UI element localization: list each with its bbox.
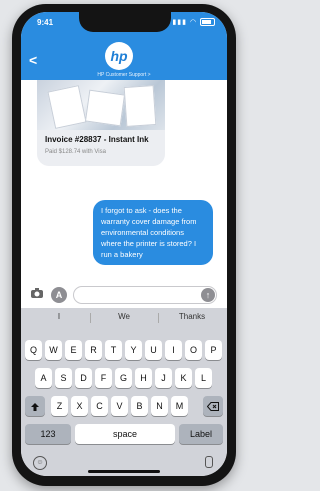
phone-screen: 9:41 ▮▮▮ ◠ < hp HP Customer Support > In… bbox=[21, 12, 227, 476]
arrow-up-icon[interactable]: ↑ bbox=[201, 288, 215, 302]
contact-name[interactable]: HP Customer Support > bbox=[21, 72, 227, 78]
hp-logo[interactable]: hp bbox=[105, 42, 133, 70]
invoice-title: Invoice #28837 - Instant Ink bbox=[45, 135, 149, 144]
invoice-card[interactable]: Invoice #28837 - Instant Ink Paid $128.7… bbox=[37, 80, 165, 166]
key-s[interactable]: S bbox=[55, 368, 72, 388]
suggestion-bar: I We Thanks bbox=[21, 308, 227, 328]
return-key[interactable]: Label bbox=[179, 424, 223, 444]
key-k[interactable]: K bbox=[175, 368, 192, 388]
key-u[interactable]: U bbox=[145, 340, 162, 360]
back-icon[interactable]: < bbox=[29, 52, 37, 68]
sent-message-bubble[interactable]: I forgot to ask - does the warranty cove… bbox=[93, 200, 213, 265]
emoji-icon[interactable]: ☺ bbox=[33, 456, 47, 470]
key-n[interactable]: N bbox=[151, 396, 168, 416]
app-store-icon[interactable]: A bbox=[51, 287, 67, 303]
home-indicator bbox=[88, 470, 160, 473]
invoice-subtitle: Paid $128.74 with Visa bbox=[45, 149, 106, 155]
invoice-image bbox=[37, 80, 165, 130]
key-b[interactable]: B bbox=[131, 396, 148, 416]
numbers-key[interactable]: 123 bbox=[25, 424, 71, 444]
key-j[interactable]: J bbox=[155, 368, 172, 388]
key-x[interactable]: X bbox=[71, 396, 88, 416]
key-y[interactable]: Y bbox=[125, 340, 142, 360]
key-o[interactable]: O bbox=[185, 340, 202, 360]
key-q[interactable]: Q bbox=[25, 340, 42, 360]
signal-icon: ▮▮▮ bbox=[172, 19, 187, 26]
key-w[interactable]: W bbox=[45, 340, 62, 360]
key-e[interactable]: E bbox=[65, 340, 82, 360]
key-f[interactable]: F bbox=[95, 368, 112, 388]
conversation: Invoice #28837 - Instant Ink Paid $128.7… bbox=[21, 80, 227, 280]
space-key[interactable]: space bbox=[75, 424, 175, 444]
microphone-icon[interactable] bbox=[205, 456, 213, 468]
key-h[interactable]: H bbox=[135, 368, 152, 388]
key-l[interactable]: L bbox=[195, 368, 212, 388]
keyboard: I We Thanks QWERTYUIOP ASDFGHJKL ZXCVBNM… bbox=[21, 308, 227, 476]
backspace-key[interactable] bbox=[203, 396, 223, 416]
key-z[interactable]: Z bbox=[51, 396, 68, 416]
suggestion-item[interactable]: Thanks bbox=[162, 312, 222, 321]
key-p[interactable]: P bbox=[205, 340, 222, 360]
suggestion-item[interactable]: I bbox=[29, 312, 89, 321]
notch bbox=[79, 12, 171, 32]
key-g[interactable]: G bbox=[115, 368, 132, 388]
status-time: 9:41 bbox=[37, 18, 54, 27]
divider bbox=[158, 313, 159, 323]
divider bbox=[90, 313, 91, 323]
composer: A ↑ bbox=[21, 284, 227, 306]
shift-key[interactable] bbox=[25, 396, 45, 416]
status-icons: ▮▮▮ ◠ bbox=[172, 18, 215, 27]
key-t[interactable]: T bbox=[105, 340, 122, 360]
wifi-icon: ◠ bbox=[189, 19, 198, 26]
suggestion-item[interactable]: We bbox=[94, 312, 154, 321]
key-v[interactable]: V bbox=[111, 396, 128, 416]
battery-icon bbox=[200, 18, 215, 27]
key-d[interactable]: D bbox=[75, 368, 92, 388]
key-c[interactable]: C bbox=[91, 396, 108, 416]
key-m[interactable]: M bbox=[171, 396, 188, 416]
key-a[interactable]: A bbox=[35, 368, 52, 388]
key-i[interactable]: I bbox=[165, 340, 182, 360]
message-input[interactable]: ↑ bbox=[73, 286, 217, 304]
camera-icon[interactable] bbox=[29, 287, 45, 303]
key-r[interactable]: R bbox=[85, 340, 102, 360]
